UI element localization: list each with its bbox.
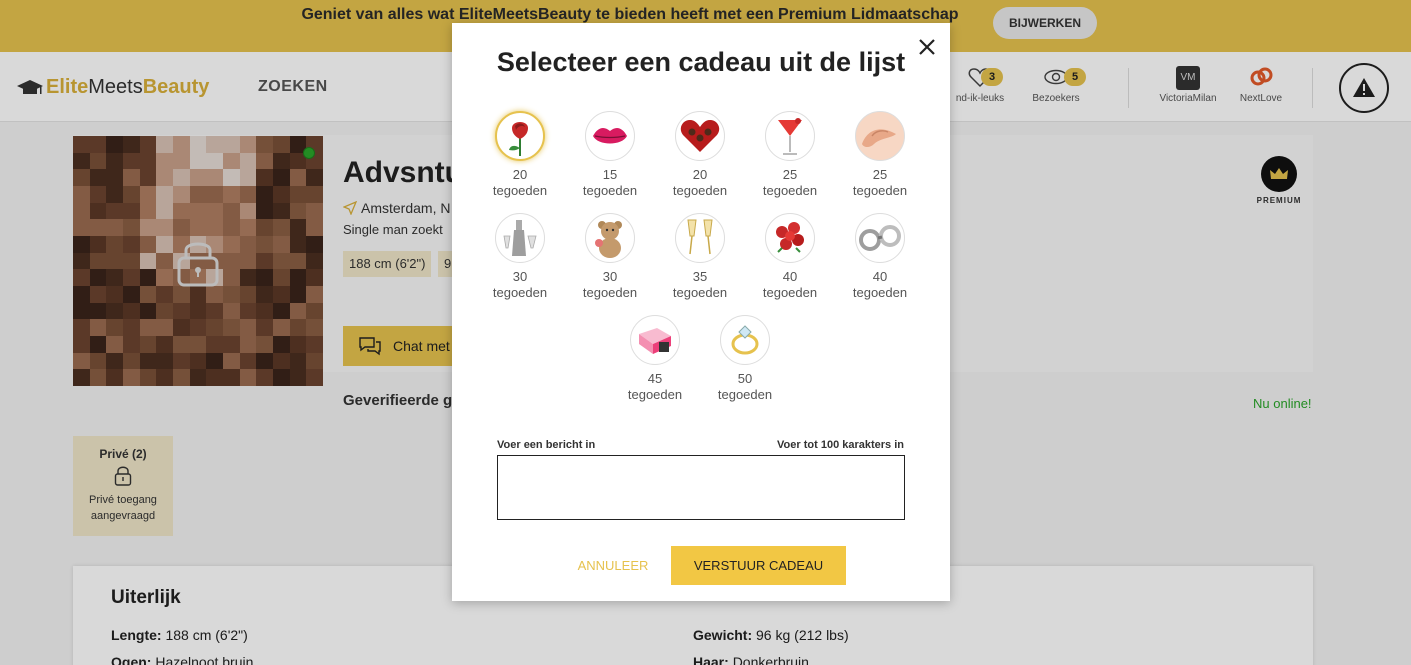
gift-item[interactable]: 25 tegoeden [835, 111, 925, 199]
gift-item[interactable]: 20 tegoeden [475, 111, 565, 199]
massage-icon [855, 111, 905, 161]
rose-icon [495, 111, 545, 161]
gift-unit: tegoeden [627, 387, 683, 402]
gift-item[interactable]: 40 tegoeden [745, 213, 835, 301]
rose-bouquet-icon [765, 213, 815, 263]
gift-item[interactable]: 35 tegoeden [655, 213, 745, 301]
champagne-bottle-icon [495, 213, 545, 263]
gift-price: 40 [872, 269, 888, 284]
message-input[interactable] [497, 455, 905, 520]
gift-item[interactable]: 40 tegoeden [835, 213, 925, 301]
gift-item[interactable]: 15 tegoeden [565, 111, 655, 199]
gift-price: 35 [692, 269, 708, 284]
gift-price: 30 [602, 269, 618, 284]
message-label: Voer een bericht in [497, 439, 596, 451]
handcuffs-icon [855, 213, 905, 263]
gift-price: 25 [782, 167, 798, 182]
gift-unit: tegoeden [582, 183, 638, 198]
gift-unit: tegoeden [852, 183, 908, 198]
gift-price: 45 [647, 371, 663, 386]
diamond-ring-icon [720, 315, 770, 365]
gift-price: 40 [782, 269, 798, 284]
chocolate-heart-icon [675, 111, 725, 161]
lips-icon [585, 111, 635, 161]
modal-title: Selecteer een cadeau uit de lijst [496, 47, 906, 77]
gift-unit: tegoeden [492, 183, 548, 198]
gift-unit: tegoeden [672, 183, 728, 198]
gift-item[interactable]: 20 tegoeden [655, 111, 745, 199]
send-gift-button[interactable]: VERSTUUR CADEAU [671, 546, 846, 585]
gift-price: 15 [602, 167, 618, 182]
gift-unit: tegoeden [717, 387, 773, 402]
gift-item[interactable]: 45 tegoeden [610, 315, 700, 403]
gift-item[interactable]: 25 tegoeden [745, 111, 835, 199]
gift-unit: tegoeden [762, 285, 818, 300]
cocktail-icon [765, 111, 815, 161]
gift-price: 30 [512, 269, 528, 284]
gift-unit: tegoeden [672, 285, 728, 300]
gift-unit: tegoeden [492, 285, 548, 300]
gift-item[interactable]: 30 tegoeden [565, 213, 655, 301]
gift-price: 20 [692, 167, 708, 182]
champagne-glasses-icon [675, 213, 725, 263]
cancel-button[interactable]: ANNULEER [560, 547, 666, 583]
gift-unit: tegoeden [852, 285, 908, 300]
gift-item[interactable]: 30 tegoeden [475, 213, 565, 301]
message-limit: Voer tot 100 karakters in [777, 439, 904, 451]
gift-price: 50 [737, 371, 753, 386]
gift-unit: tegoeden [762, 183, 818, 198]
gift-box-icon [630, 315, 680, 365]
gift-price: 25 [872, 167, 888, 182]
gift-item[interactable]: 50 tegoeden [700, 315, 790, 403]
teddy-bear-icon [585, 213, 635, 263]
gift-unit: tegoeden [582, 285, 638, 300]
gift-price: 20 [512, 167, 528, 182]
